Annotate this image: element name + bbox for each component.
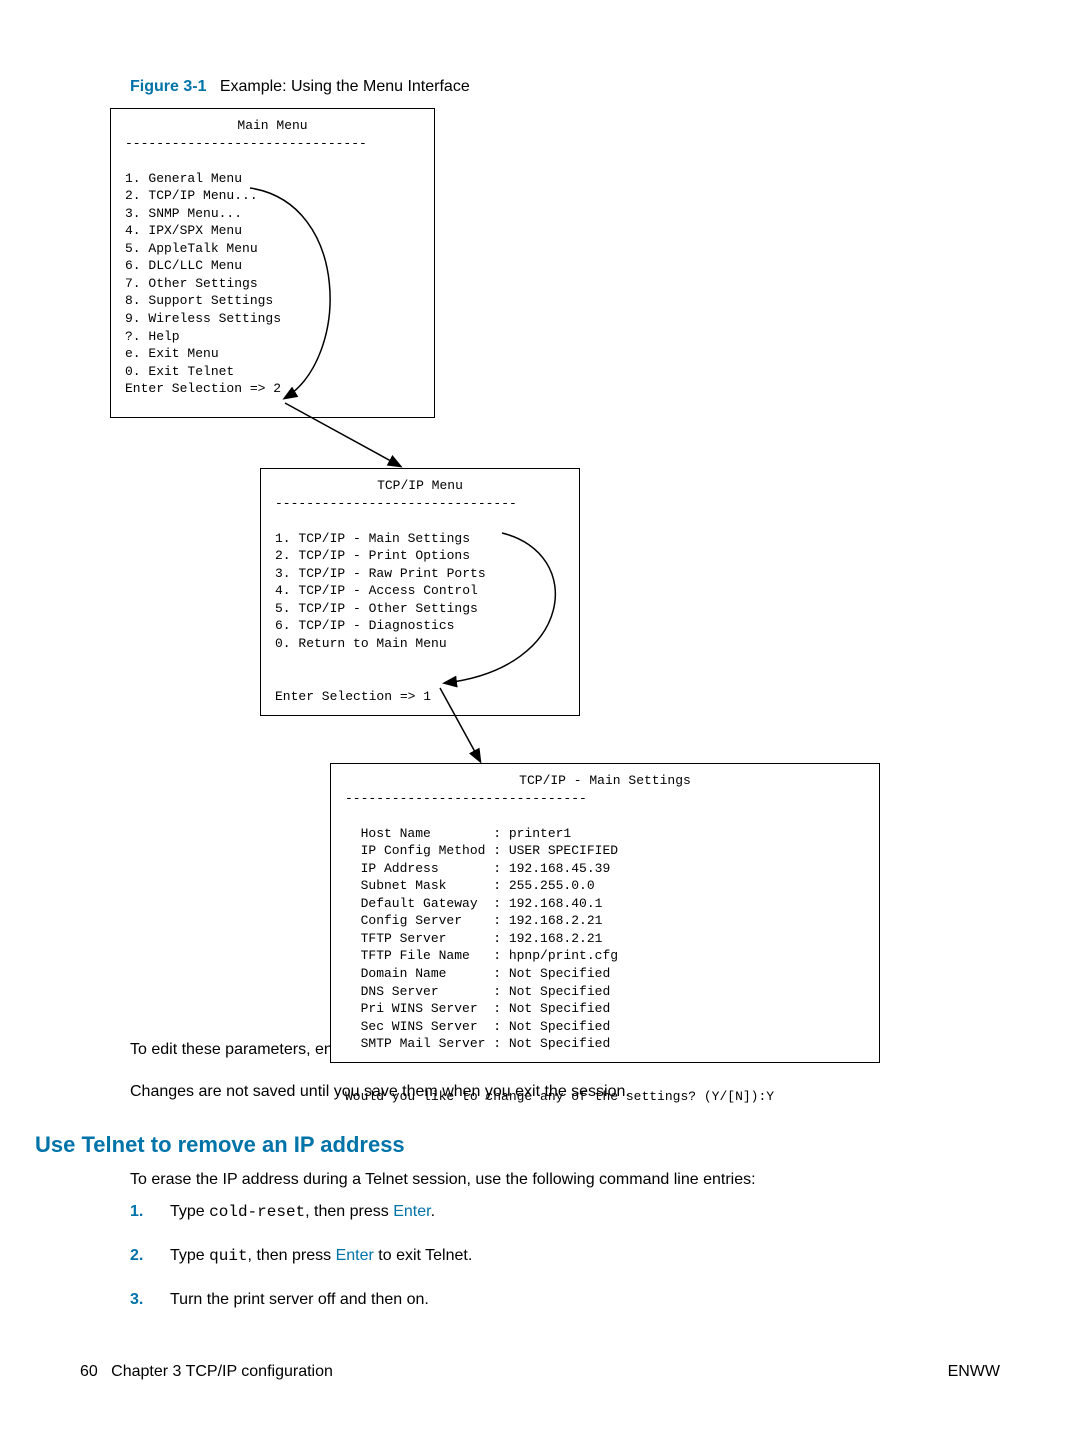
settings-body: Host Name : printer1 IP Config Method : …	[345, 826, 774, 1104]
p1-pre: To edit these parameters, enter	[130, 1041, 356, 1058]
section-intro: To erase the IP address during a Telnet …	[130, 1168, 980, 1192]
step-1-post: .	[431, 1203, 435, 1220]
figure-number: Figure 3-1	[130, 78, 206, 95]
settings-dashes: -------------------------------	[345, 790, 865, 808]
step-2-post: to exit Telnet.	[374, 1247, 472, 1264]
step-2-code: quit	[209, 1247, 247, 1265]
step-2: Type quit, then press Enter to exit Teln…	[130, 1244, 980, 1268]
tcpip-menu-body: 1. TCP/IP - Main Settings 2. TCP/IP - Pr…	[275, 531, 486, 704]
footer-left: 60 Chapter 3 TCP/IP configuration	[80, 1363, 333, 1381]
steps-list: Type cold-reset, then press Enter. Type …	[130, 1200, 980, 1312]
step-3: Turn the print server off and then on.	[130, 1288, 980, 1312]
step-1-pre: Type	[170, 1203, 209, 1220]
step-3-text: Turn the print server off and then on.	[170, 1291, 429, 1308]
main-menu-box: Main Menu-------------------------------…	[110, 108, 435, 418]
page-footer: 60 Chapter 3 TCP/IP configuration ENWW	[80, 1363, 1000, 1381]
step-1-mid: , then press	[305, 1203, 393, 1220]
step-2-pre: Type	[170, 1247, 209, 1264]
section-heading-use-telnet: Use Telnet to remove an IP address	[35, 1132, 980, 1158]
tcpip-menu-title: TCP/IP Menu	[275, 477, 565, 495]
tcpip-menu-dashes: -------------------------------	[275, 495, 565, 513]
step-2-mid: , then press	[248, 1247, 336, 1264]
enter-key: Enter	[336, 1247, 374, 1264]
tcpip-menu-box: TCP/IP Menu-----------------------------…	[260, 468, 580, 716]
main-menu-body: 1. General Menu 2. TCP/IP Menu... 3. SNM…	[125, 171, 281, 397]
menu-interface-diagram: Main Menu-------------------------------…	[100, 108, 980, 1028]
step-1-code: cold-reset	[209, 1203, 305, 1221]
chapter-title: Chapter 3 TCP/IP configuration	[111, 1363, 333, 1380]
tcpip-main-settings-box: TCP/IP - Main Settings------------------…	[330, 763, 880, 1063]
enter-key: Enter	[393, 1203, 430, 1220]
figure-caption-text	[211, 78, 220, 95]
main-menu-title: Main Menu	[125, 117, 420, 135]
page-number: 60	[80, 1363, 98, 1380]
footer-right: ENWW	[948, 1363, 1000, 1381]
figure-caption-text: Example: Using the Menu Interface	[220, 78, 470, 95]
main-menu-dashes: -------------------------------	[125, 135, 420, 153]
step-1: Type cold-reset, then press Enter.	[130, 1200, 980, 1224]
figure-caption: Figure 3-1 Example: Using the Menu Inter…	[130, 78, 980, 96]
settings-title: TCP/IP - Main Settings	[345, 772, 865, 790]
